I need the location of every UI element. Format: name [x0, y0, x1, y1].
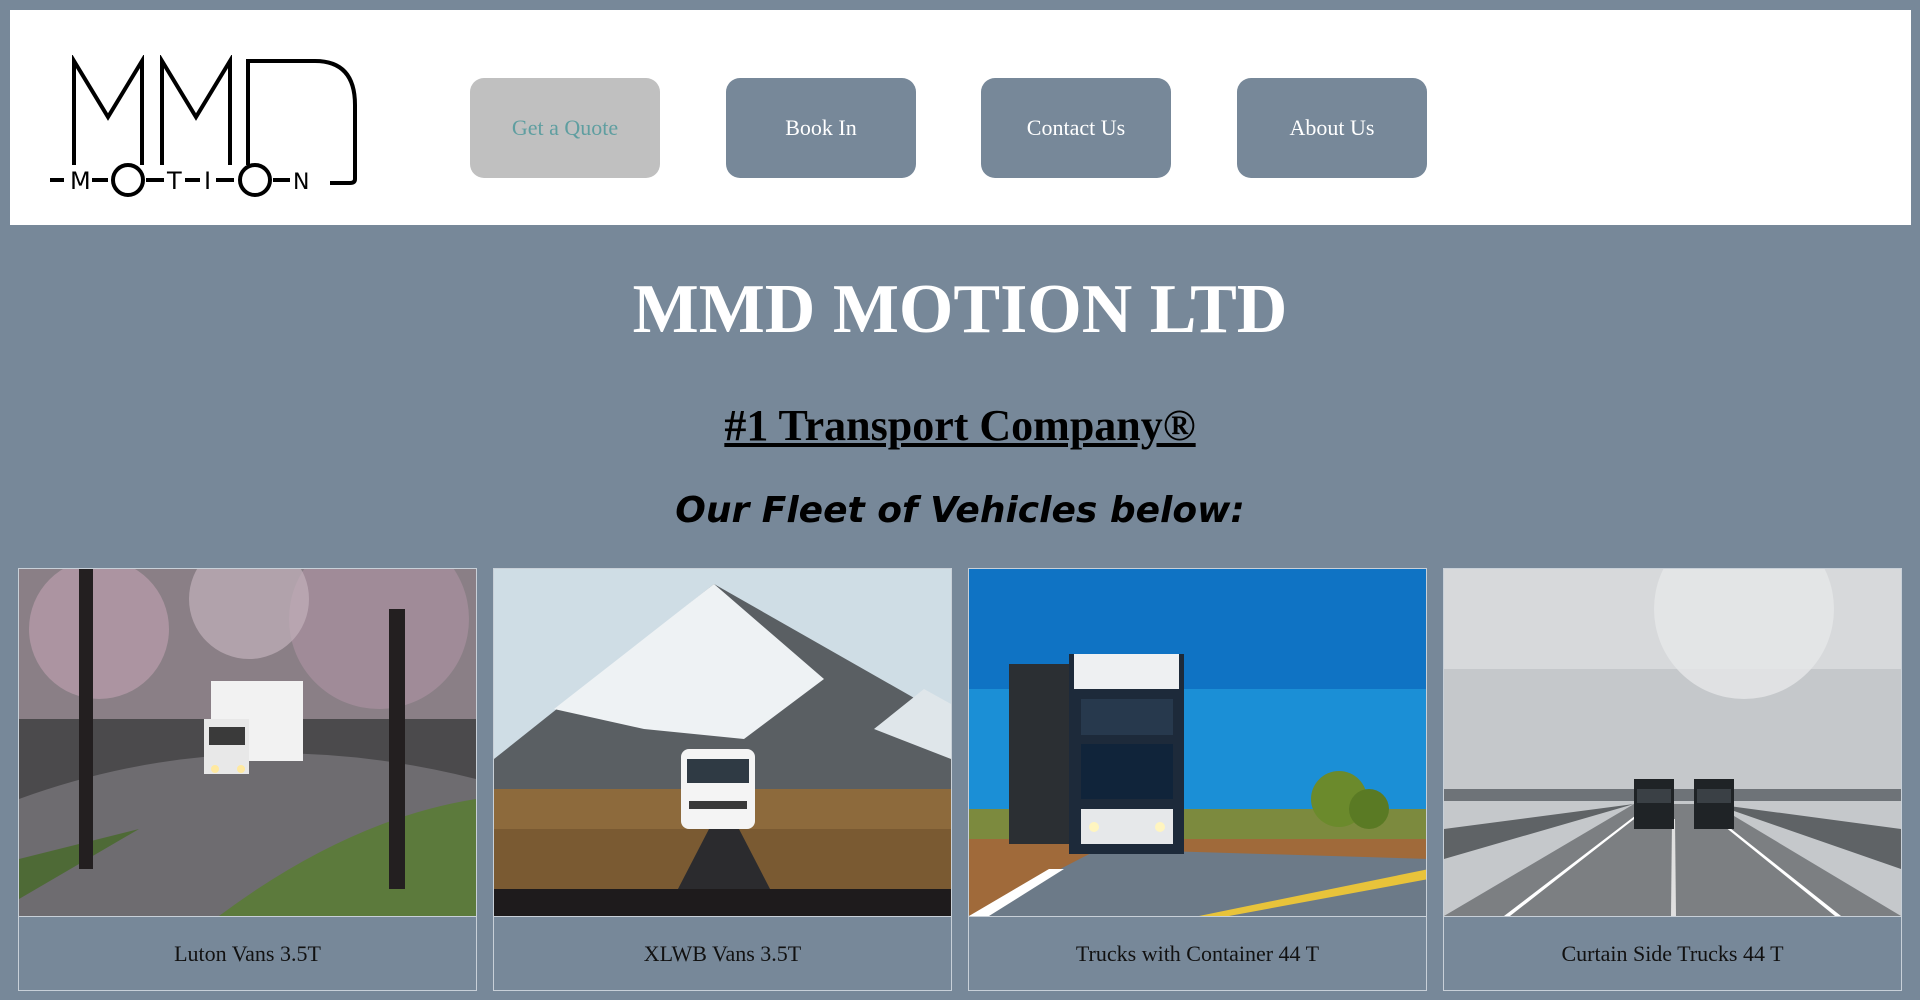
- fleet-caption: XLWB Vans 3.5T: [494, 916, 951, 990]
- site-header: M T I N Get a Quote Book In Contact Us A…: [10, 10, 1911, 225]
- about-us-button[interactable]: About Us: [1237, 78, 1427, 178]
- fleet-card-xlwb[interactable]: XLWB Vans 3.5T: [493, 568, 952, 991]
- fleet-caption: Luton Vans 3.5T: [19, 916, 476, 990]
- book-in-button[interactable]: Book In: [726, 78, 916, 178]
- fleet-card-luton[interactable]: Luton Vans 3.5T: [18, 568, 477, 991]
- fleet-card-curtain-side[interactable]: Curtain Side Trucks 44 T: [1443, 568, 1902, 991]
- page-subtitle: #1 Transport Company®: [724, 401, 1196, 450]
- svg-text:N: N: [293, 170, 309, 195]
- contact-us-button[interactable]: Contact Us: [981, 78, 1171, 178]
- fleet-caption: Trucks with Container 44 T: [969, 916, 1426, 990]
- fleet-card-container-truck[interactable]: Trucks with Container 44 T: [968, 568, 1427, 991]
- mmd-motion-logo[interactable]: M T I N: [50, 53, 370, 205]
- luton-van-photo: [19, 569, 476, 916]
- container-truck-photo: [969, 569, 1426, 916]
- curtain-side-trucks-photo: [1444, 569, 1901, 916]
- svg-text:M: M: [70, 167, 91, 195]
- svg-text:I: I: [204, 167, 211, 195]
- page-title: MMD MOTION LTD: [632, 271, 1288, 348]
- svg-text:T: T: [166, 167, 182, 195]
- fleet-heading: Our Fleet of Vehicles below:: [675, 490, 1245, 531]
- fleet-caption: Curtain Side Trucks 44 T: [1444, 916, 1901, 990]
- get-a-quote-button[interactable]: Get a Quote: [470, 78, 660, 178]
- xlwb-van-photo: [494, 569, 951, 916]
